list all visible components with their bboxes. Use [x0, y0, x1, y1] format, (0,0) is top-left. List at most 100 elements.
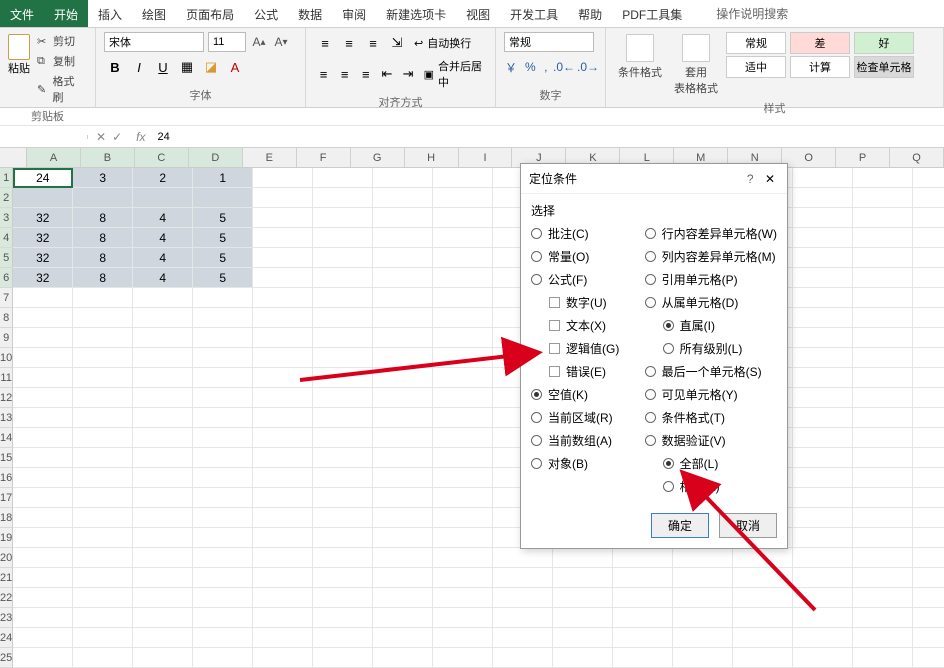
cell[interactable] [193, 628, 253, 648]
style-neutral[interactable]: 适中 [726, 56, 786, 78]
dialog-option[interactable]: 常量(O) [531, 248, 645, 265]
cell[interactable] [133, 508, 193, 528]
cell[interactable] [793, 328, 853, 348]
align-left-button[interactable]: ≡ [314, 63, 333, 85]
cell[interactable] [913, 528, 944, 548]
cell[interactable] [313, 588, 373, 608]
decrease-font-button[interactable]: A▾ [272, 33, 290, 51]
cell[interactable] [613, 608, 673, 628]
cell[interactable] [133, 628, 193, 648]
copy-button[interactable]: ⧉复制 [34, 52, 87, 70]
format-painter-button[interactable]: ✎格式刷 [34, 72, 87, 106]
cell[interactable] [853, 568, 913, 588]
fx-icon[interactable]: fx [130, 130, 151, 144]
cell[interactable] [313, 648, 373, 668]
dialog-option[interactable]: 逻辑值(G) [531, 340, 645, 357]
cell[interactable] [793, 468, 853, 488]
cell[interactable] [313, 308, 373, 328]
col-header-P[interactable]: P [836, 148, 890, 167]
cell[interactable] [373, 488, 433, 508]
cell[interactable]: 8 [73, 248, 133, 268]
decrease-decimal-button[interactable]: .0→ [579, 58, 597, 76]
cell[interactable] [433, 188, 493, 208]
formula-input[interactable]: 24 [151, 129, 944, 145]
cell[interactable] [373, 468, 433, 488]
cell[interactable] [193, 348, 253, 368]
cell[interactable] [253, 448, 313, 468]
cell[interactable] [313, 448, 373, 468]
underline-button[interactable]: U [152, 56, 174, 78]
tab-review[interactable]: 审阅 [332, 0, 376, 27]
cell[interactable] [193, 508, 253, 528]
cell[interactable] [13, 548, 73, 568]
cell[interactable] [373, 608, 433, 628]
cell[interactable] [253, 228, 313, 248]
tab-view[interactable]: 视图 [456, 0, 500, 27]
cell[interactable] [133, 528, 193, 548]
cell[interactable] [553, 608, 613, 628]
cell[interactable] [253, 428, 313, 448]
align-top-button[interactable]: ≡ [314, 32, 336, 54]
wrap-text-button[interactable]: ↩自动换行 [410, 33, 475, 53]
cell[interactable] [193, 428, 253, 448]
align-right-button[interactable]: ≡ [356, 63, 375, 85]
cell[interactable] [373, 428, 433, 448]
cell[interactable] [313, 228, 373, 248]
cell[interactable] [433, 328, 493, 348]
cell[interactable] [433, 488, 493, 508]
cell[interactable] [373, 268, 433, 288]
cell[interactable] [433, 568, 493, 588]
cell[interactable] [253, 548, 313, 568]
cell[interactable] [313, 468, 373, 488]
cell[interactable] [193, 308, 253, 328]
cell[interactable] [313, 328, 373, 348]
cell[interactable] [193, 608, 253, 628]
cell[interactable] [73, 388, 133, 408]
cell[interactable] [193, 488, 253, 508]
cell[interactable] [853, 268, 913, 288]
cell[interactable] [433, 388, 493, 408]
cell[interactable] [253, 308, 313, 328]
tab-start[interactable]: 开始 [44, 0, 88, 27]
cell[interactable]: 24 [13, 168, 73, 188]
cell[interactable] [13, 608, 73, 628]
cell[interactable] [793, 568, 853, 588]
cell[interactable]: 5 [193, 228, 253, 248]
font-size-select[interactable] [208, 32, 246, 52]
increase-decimal-button[interactable]: .0← [555, 58, 573, 76]
row-header-15[interactable]: 15 [0, 448, 13, 468]
cell[interactable] [313, 348, 373, 368]
dialog-help-button[interactable]: ? [743, 172, 758, 186]
cell[interactable] [253, 488, 313, 508]
cell[interactable] [793, 488, 853, 508]
dialog-option[interactable]: 引用单元格(P) [645, 271, 777, 288]
cell[interactable] [13, 628, 73, 648]
cell[interactable] [253, 268, 313, 288]
row-header-5[interactable]: 5 [0, 248, 13, 268]
cell[interactable] [733, 648, 793, 668]
cell[interactable] [313, 528, 373, 548]
cell[interactable] [673, 548, 733, 568]
cell[interactable] [313, 168, 373, 188]
cell[interactable] [793, 388, 853, 408]
cell[interactable] [493, 548, 553, 568]
cell[interactable] [133, 448, 193, 468]
cell[interactable] [193, 568, 253, 588]
cell[interactable] [193, 548, 253, 568]
cell[interactable] [793, 188, 853, 208]
cell[interactable] [553, 648, 613, 668]
cell[interactable] [133, 548, 193, 568]
font-name-select[interactable] [104, 32, 204, 52]
cell[interactable] [433, 428, 493, 448]
cell[interactable] [553, 628, 613, 648]
cell[interactable] [913, 468, 944, 488]
tab-file[interactable]: 文件 [0, 0, 44, 27]
cell[interactable] [793, 228, 853, 248]
tab-data[interactable]: 数据 [288, 0, 332, 27]
cell[interactable] [913, 488, 944, 508]
cell[interactable] [793, 288, 853, 308]
cell[interactable] [793, 428, 853, 448]
cell[interactable] [913, 448, 944, 468]
cell[interactable] [433, 288, 493, 308]
cell[interactable] [253, 208, 313, 228]
